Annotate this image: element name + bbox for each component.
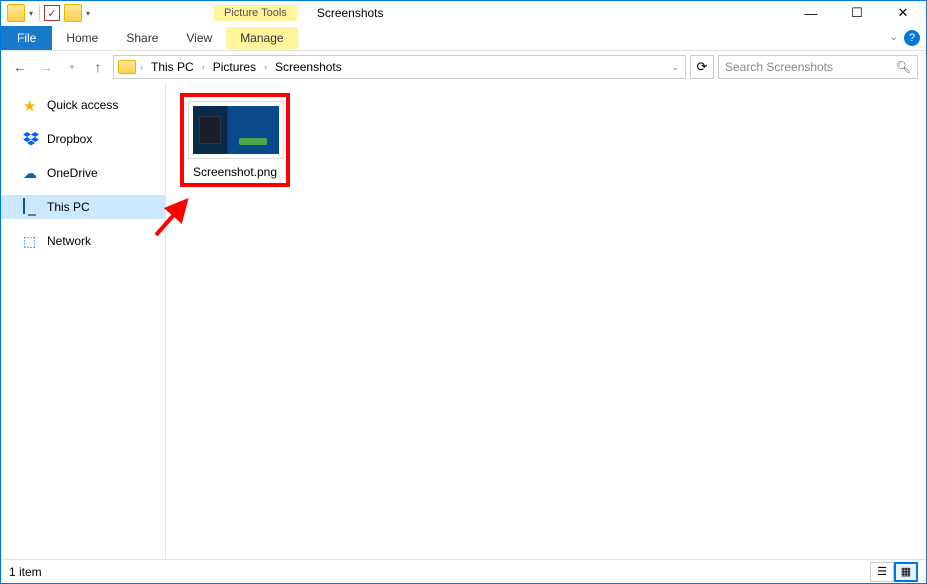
sidebar-item-quick-access[interactable]: ★ Quick access	[1, 93, 165, 117]
window-title: Screenshots	[317, 6, 384, 20]
sidebar-item-label: This PC	[47, 200, 90, 214]
tab-view[interactable]: View	[172, 27, 226, 49]
back-button[interactable]: ←	[9, 56, 31, 78]
breadcrumb-pictures[interactable]: Pictures	[209, 60, 260, 74]
divider	[39, 5, 40, 21]
navigation-bar: ← → ▾ ↑ › This PC › Pictures › Screensho…	[1, 51, 926, 83]
title-bar: ▾ ✓ ▾ Picture Tools Screenshots — ☐ ✕	[1, 1, 926, 25]
new-folder-icon[interactable]	[64, 4, 82, 22]
file-list-pane[interactable]: Screenshot.png	[166, 83, 926, 559]
file-thumbnail	[188, 101, 284, 159]
quick-access-toolbar: ▾ ✓ ▾	[1, 4, 92, 22]
context-tab-label: Picture Tools	[214, 5, 297, 21]
breadcrumb-screenshots[interactable]: Screenshots	[271, 60, 346, 74]
folder-icon[interactable]	[7, 4, 25, 22]
search-icon[interactable]: 🔍︎	[896, 60, 911, 74]
file-item-screenshot[interactable]: Screenshot.png	[180, 93, 290, 187]
navigation-pane: ★ Quick access Dropbox ☁ OneDrive This P…	[1, 83, 166, 559]
properties-icon[interactable]: ✓	[44, 5, 60, 21]
sidebar-item-onedrive[interactable]: ☁ OneDrive	[1, 161, 165, 185]
sidebar-item-label: Network	[47, 234, 91, 248]
window-controls: — ☐ ✕	[788, 1, 926, 25]
status-item-count: 1 item	[9, 565, 870, 579]
tab-manage[interactable]: Manage	[226, 27, 297, 49]
expand-ribbon-icon[interactable]: ⌄	[890, 32, 898, 43]
monitor-icon	[23, 199, 39, 215]
help-icon[interactable]: ?	[904, 30, 920, 46]
maximize-button[interactable]: ☐	[834, 1, 880, 25]
chevron-right-icon[interactable]: ›	[200, 62, 207, 72]
dropbox-icon	[23, 131, 39, 147]
refresh-button[interactable]: ⟳	[690, 55, 714, 79]
sidebar-item-label: OneDrive	[47, 166, 98, 180]
sidebar-item-dropbox[interactable]: Dropbox	[1, 127, 165, 151]
recent-locations-icon[interactable]: ▾	[61, 56, 83, 78]
status-bar: 1 item ☰ ▦	[1, 559, 926, 583]
address-bar[interactable]: › This PC › Pictures › Screenshots ⌄	[113, 55, 686, 79]
tab-home[interactable]: Home	[52, 27, 112, 49]
details-view-button[interactable]: ☰	[870, 562, 894, 582]
star-icon: ★	[23, 97, 39, 113]
ribbon-tabs: File Home Share View Manage ⌄ ?	[1, 25, 926, 51]
cloud-icon: ☁	[23, 165, 39, 181]
minimize-button[interactable]: —	[788, 1, 834, 25]
forward-button[interactable]: →	[35, 56, 57, 78]
chevron-right-icon[interactable]: ›	[262, 62, 269, 72]
file-name-label: Screenshot.png	[188, 163, 282, 179]
qat-dropdown-icon[interactable]: ▾	[27, 9, 35, 18]
thumbnails-view-button[interactable]: ▦	[894, 562, 918, 582]
breadcrumb-this-pc[interactable]: This PC	[147, 60, 198, 74]
folder-icon	[118, 60, 136, 74]
address-history-icon[interactable]: ⌄	[669, 62, 681, 73]
network-icon: ⬚	[23, 233, 39, 249]
file-tab[interactable]: File	[1, 26, 52, 50]
search-input[interactable]	[725, 60, 896, 74]
search-box[interactable]: 🔍︎	[718, 55, 918, 79]
sidebar-item-network[interactable]: ⬚ Network	[1, 229, 165, 253]
sidebar-item-label: Quick access	[47, 98, 118, 112]
annotation-arrow	[156, 195, 196, 238]
sidebar-item-label: Dropbox	[47, 132, 92, 146]
tab-share[interactable]: Share	[112, 27, 172, 49]
qat-customize-icon[interactable]: ▾	[84, 9, 92, 18]
sidebar-item-this-pc[interactable]: This PC	[1, 195, 165, 219]
main-area: ★ Quick access Dropbox ☁ OneDrive This P…	[1, 83, 926, 559]
up-button[interactable]: ↑	[87, 56, 109, 78]
chevron-right-icon[interactable]: ›	[138, 62, 145, 72]
close-button[interactable]: ✕	[880, 1, 926, 25]
view-toggle: ☰ ▦	[870, 562, 918, 582]
